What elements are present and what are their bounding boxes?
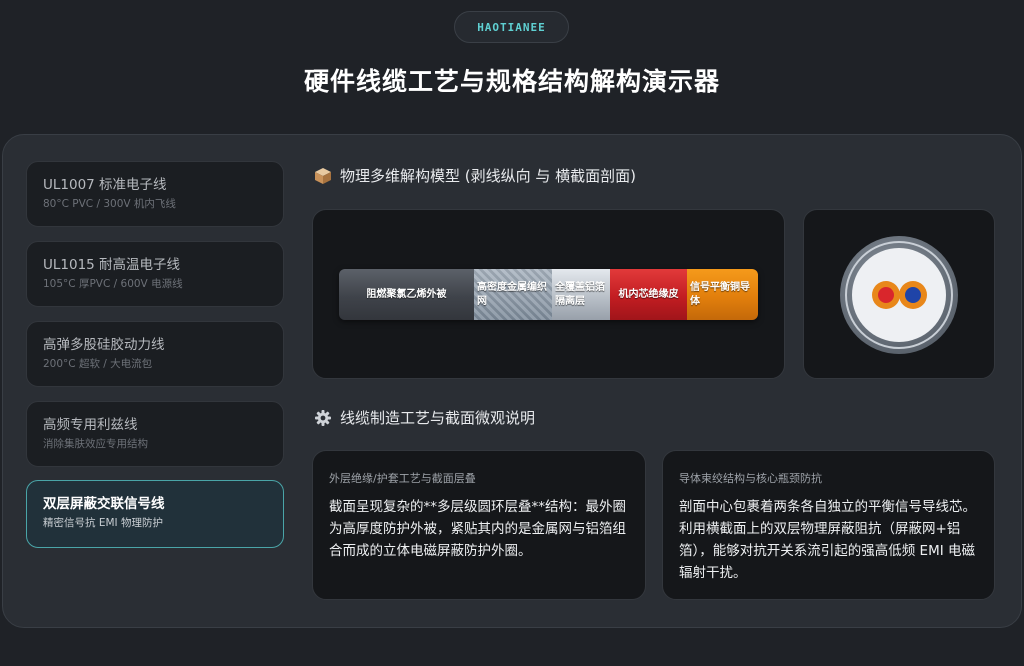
info-card-body: 剖面中心包裹着两条各自独立的平衡信号导线芯。利用横截面上的双层物理屏蔽阻抗（屏蔽… <box>679 499 976 581</box>
cross-section-panel <box>803 209 995 379</box>
cable-strip-model: 阻燃聚氯乙烯外被 高密度金属编织网 全覆盖铝箔隔离层 机内芯绝缘皮 信号平衡铜导… <box>339 269 758 320</box>
info-card-caption: 导体束绞结构与核心瓶颈防抗 <box>679 472 822 485</box>
info-card-body: 截面呈现复杂的**多层级圆环层叠**结构：最外圈为高厚度防护外被，紧贴其内的是金… <box>329 499 626 559</box>
layer-conductor[interactable]: 信号平衡铜导体 <box>687 269 758 320</box>
sidebar-item-ul1015[interactable]: UL1015 耐高温电子线 105°C 厚PVC / 600V 电源线 <box>26 241 284 307</box>
core-left-inner <box>878 287 894 303</box>
sidebar-item-ul1007[interactable]: UL1007 标准电子线 80°C PVC / 300V 机内飞线 <box>26 161 284 227</box>
sidebar-item-label: UL1007 标准电子线 <box>43 177 167 193</box>
model-section-heading: 物理多维解构模型 (剥线纵向 与 横截面剖面) <box>314 165 636 186</box>
layer-insulation[interactable]: 机内芯绝缘皮 <box>610 269 687 320</box>
layer-jacket[interactable]: 阻燃聚氯乙烯外被 <box>339 269 474 320</box>
sidebar-item-label: 高频专用利兹线 <box>43 417 138 433</box>
gear-icon <box>314 409 332 427</box>
sidebar-item-litz-wire[interactable]: 高频专用利兹线 消除集肤效应专用结构 <box>26 401 284 467</box>
sidebar-item-sub: 精密信号抗 EMI 物理防护 <box>43 517 163 529</box>
sidebar-item-label: UL1015 耐高温电子线 <box>43 257 181 273</box>
box-icon <box>314 167 332 185</box>
layer-braid[interactable]: 高密度金属编织网 <box>474 269 552 320</box>
info-card-caption: 外层绝缘/护套工艺与截面层叠 <box>329 472 476 485</box>
sidebar-item-sub: 80°C PVC / 300V 机内飞线 <box>43 198 176 210</box>
brand-badge: HAOTIANEE <box>454 11 569 43</box>
layer-foil[interactable]: 全覆盖铝箔隔离层 <box>552 269 610 320</box>
sidebar-item-silicone-power[interactable]: 高弹多股硅胶动力线 200°C 超软 / 大电流包 <box>26 321 284 387</box>
core-right-inner <box>905 287 921 303</box>
sidebar-item-label: 双层屏蔽交联信号线 <box>43 496 165 512</box>
info-card-jacket: 外层绝缘/护套工艺与截面层叠 截面呈现复杂的**多层级圆环层叠**结构：最外圈为… <box>312 450 646 600</box>
sidebar-item-sub: 105°C 厚PVC / 600V 电源线 <box>43 278 183 290</box>
info-card-conductor: 导体束绞结构与核心瓶颈防抗 剖面中心包裹着两条各自独立的平衡信号导线芯。利用横截… <box>662 450 995 600</box>
cross-section-diagram <box>840 236 958 354</box>
sidebar-item-label: 高弹多股硅胶动力线 <box>43 337 165 353</box>
sidebar-item-sub: 消除集肤效应专用结构 <box>43 438 148 450</box>
sidebar-item-sub: 200°C 超软 / 大电流包 <box>43 358 153 370</box>
page-title: 硬件线缆工艺与规格结构解构演示器 <box>303 67 720 96</box>
model-section-title: 物理多维解构模型 (剥线纵向 与 横截面剖面) <box>340 167 637 185</box>
process-section-title: 线缆制造工艺与截面微观说明 <box>340 409 536 427</box>
sidebar-item-shielded-signal[interactable]: 双层屏蔽交联信号线 精密信号抗 EMI 物理防护 <box>26 480 284 548</box>
process-section-heading: 线缆制造工艺与截面微观说明 <box>314 407 535 428</box>
